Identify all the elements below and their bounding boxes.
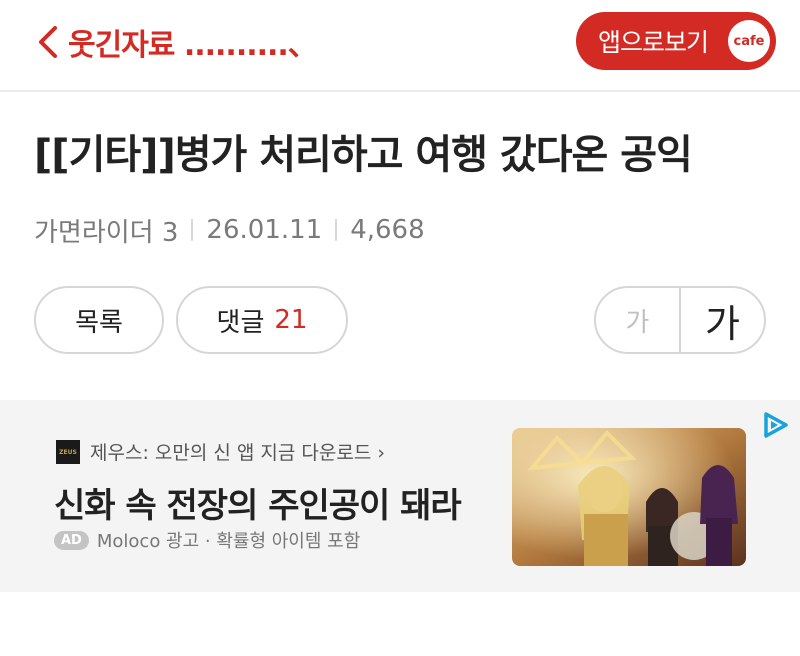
list-button[interactable]: 목록: [34, 286, 164, 354]
chevron-left-icon[interactable]: [28, 20, 68, 64]
back-to-board-link[interactable]: 웃긴자료 ..........、: [28, 20, 318, 64]
ad-sponsor-link[interactable]: 제우스: 오만의 신 앱 지금 다운로드 ›: [90, 438, 385, 465]
post-date: 26.01.11: [206, 215, 323, 245]
cafe-logo-icon: cafe: [728, 20, 770, 62]
font-small-label: 가: [625, 307, 650, 338]
board-name[interactable]: 웃긴자료 ..........、: [68, 20, 318, 64]
ad-footer: AD Moloco 광고 · 확률형 아이템 포함: [54, 528, 360, 552]
top-bar: 웃긴자료 ..........、 앱으로보기 cafe: [0, 0, 800, 92]
post-meta: 가면라이더 3 26.01.11 4,668: [34, 210, 425, 250]
advertiser-logo: ZEUS: [56, 440, 80, 464]
ad-game-artwork-image[interactable]: [512, 428, 746, 566]
cafe-logo-text: cafe: [733, 33, 765, 49]
ad-banner[interactable]: ZEUS 제우스: 오만의 신 앱 지금 다운로드 › 신화 속 전장의 주인공…: [0, 400, 800, 592]
font-size-decrease-button[interactable]: 가: [596, 288, 681, 352]
post-title: [[기타]]병가 처리하고 여행 갔다온 공익: [34, 132, 693, 178]
meta-divider: [335, 219, 338, 241]
adchoices-icon[interactable]: [760, 410, 790, 440]
view-count: 4,668: [350, 215, 425, 245]
comments-button-label: 댓글: [216, 307, 265, 338]
advertiser-logo-text: ZEUS: [59, 448, 77, 456]
meta-divider: [191, 219, 194, 241]
font-size-toggle: 가 가: [594, 286, 766, 354]
font-large-label: 가: [705, 301, 740, 346]
ad-headline[interactable]: 신화 속 전장의 주인공이 돼라: [54, 478, 462, 527]
ad-footer-text: Moloco 광고 · 확률형 아이템 포함: [96, 531, 361, 552]
comment-count: 21: [274, 305, 308, 335]
font-size-increase-button[interactable]: 가: [681, 288, 764, 352]
list-button-label: 목록: [75, 307, 123, 338]
author-name[interactable]: 가면라이더 3: [34, 212, 178, 249]
open-in-app-button[interactable]: 앱으로보기 cafe: [576, 12, 776, 70]
ad-badge: AD: [54, 530, 89, 550]
comments-button[interactable]: 댓글 21: [176, 286, 348, 354]
open-in-app-label: 앱으로보기: [598, 28, 709, 57]
